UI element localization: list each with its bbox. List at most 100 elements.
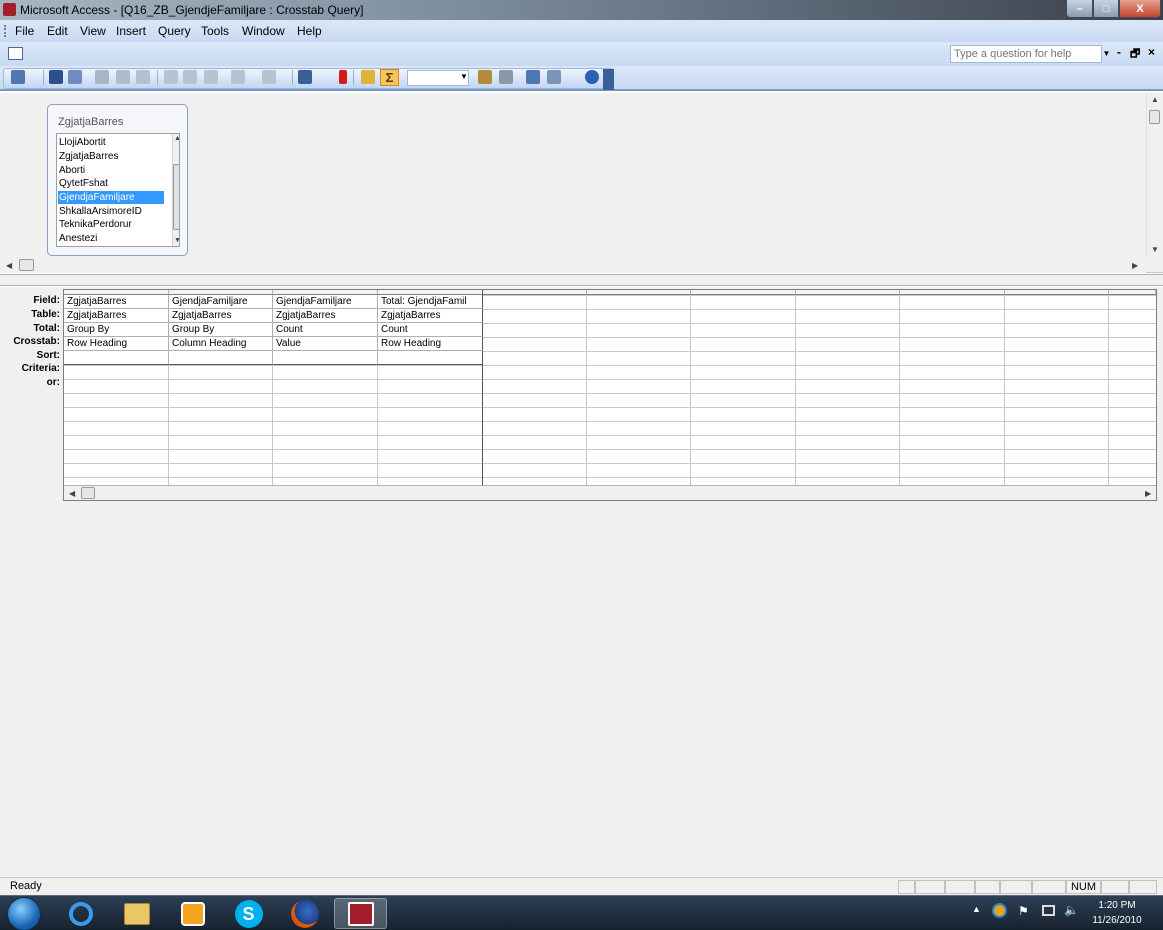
show-table-icon[interactable] bbox=[361, 70, 375, 84]
field-list-item[interactable]: ShkallaArsimoreID bbox=[58, 205, 164, 218]
scroll-left-icon[interactable]: ◀ bbox=[6, 261, 12, 270]
menu-tools[interactable]: Tools bbox=[201, 24, 229, 38]
minimize-button[interactable]: – bbox=[1066, 0, 1093, 18]
internet-explorer-icon[interactable] bbox=[54, 898, 107, 929]
scroll-right-icon[interactable]: ▶ bbox=[1145, 489, 1151, 498]
field-list-item[interactable]: Aborti bbox=[58, 164, 164, 177]
save-icon[interactable] bbox=[49, 70, 63, 84]
ie-logo bbox=[68, 901, 93, 926]
mdi-minimize-button[interactable]: - bbox=[1117, 45, 1121, 59]
firefox-logo bbox=[290, 899, 319, 928]
mdi-close-button[interactable]: × bbox=[1148, 45, 1155, 59]
scroll-down-icon[interactable]: ▼ bbox=[1151, 245, 1159, 254]
access-icon bbox=[347, 901, 374, 926]
row-label-or: or: bbox=[46, 377, 60, 388]
table-pane-hscroll[interactable]: ◀ ▶ bbox=[0, 258, 1146, 273]
scroll-up-icon[interactable]: ▲ bbox=[174, 135, 179, 142]
clock-time[interactable]: 1:20 PM bbox=[1090, 900, 1144, 911]
properties-icon[interactable] bbox=[478, 70, 492, 84]
row-label-crosstab: Crosstab: bbox=[13, 336, 60, 347]
totals-button[interactable]: Σ bbox=[380, 69, 399, 86]
access-app-icon[interactable] bbox=[3, 3, 16, 16]
print-preview-icon[interactable] bbox=[116, 70, 130, 84]
view-icon[interactable] bbox=[11, 70, 25, 84]
mdi-restore-button[interactable]: 🗗 bbox=[1130, 45, 1140, 64]
menu-view[interactable]: View bbox=[80, 24, 106, 38]
run-icon[interactable] bbox=[339, 70, 347, 84]
field-list-item[interactable]: TeknikaPerdorur bbox=[58, 218, 164, 231]
tray-app-icon[interactable] bbox=[992, 903, 1007, 918]
skype-logo: S bbox=[234, 899, 263, 928]
field-list-item[interactable]: QytetFshat bbox=[58, 177, 164, 190]
field-list-window[interactable]: ZgjatjaBarres LlojiAbortit ZgjatjaBarres… bbox=[47, 104, 188, 256]
menu-edit[interactable]: Edit bbox=[47, 24, 68, 38]
toolbar-separator bbox=[43, 70, 44, 85]
menu-insert[interactable]: Insert bbox=[116, 24, 146, 38]
scroll-thumb[interactable] bbox=[81, 487, 95, 499]
search-icon[interactable] bbox=[68, 70, 82, 84]
undo-icon[interactable] bbox=[231, 70, 245, 84]
toolbar-separator bbox=[353, 70, 354, 85]
row-label-total: Total: bbox=[33, 323, 60, 334]
menu-help[interactable]: Help bbox=[297, 24, 322, 38]
status-panel bbox=[945, 880, 975, 894]
help-search-input[interactable] bbox=[950, 45, 1102, 63]
chevron-down-icon[interactable]: ▼ bbox=[460, 72, 468, 81]
field-list[interactable]: LlojiAbortit ZgjatjaBarres Aborti QytetF… bbox=[56, 133, 180, 247]
menu-bar: File Edit View Insert Query Tools Window… bbox=[0, 20, 1163, 42]
database-window-icon[interactable] bbox=[526, 70, 540, 84]
scroll-thumb[interactable] bbox=[19, 259, 34, 271]
scroll-thumb[interactable] bbox=[1149, 110, 1160, 124]
paste-icon[interactable] bbox=[204, 70, 218, 84]
windows-explorer-icon[interactable] bbox=[110, 898, 163, 929]
cut-icon[interactable] bbox=[164, 70, 178, 84]
firefox-icon[interactable] bbox=[278, 898, 331, 929]
title-bar: Microsoft Access - [Q16_ZB_GjendjeFamilj… bbox=[0, 0, 1163, 20]
menu-window[interactable]: Window bbox=[242, 24, 285, 38]
network-icon[interactable] bbox=[1042, 905, 1055, 916]
action-center-flag-icon[interactable]: ⚑ bbox=[1018, 904, 1029, 918]
spelling-icon[interactable] bbox=[136, 70, 150, 84]
close-button[interactable]: X bbox=[1119, 0, 1161, 18]
table-pane-vscroll[interactable]: ▲ ▼ bbox=[1146, 93, 1163, 257]
query-type-icon[interactable] bbox=[298, 70, 312, 84]
redo-icon[interactable] bbox=[262, 70, 276, 84]
mdi-window-icon[interactable] bbox=[8, 47, 23, 60]
scroll-up-icon[interactable]: ▲ bbox=[1151, 95, 1159, 104]
help-icon[interactable] bbox=[585, 70, 599, 84]
status-panel bbox=[1000, 880, 1032, 894]
status-panel bbox=[1129, 880, 1157, 894]
pane-splitter[interactable] bbox=[0, 274, 1163, 286]
field-list-item[interactable]: Anestezi bbox=[58, 232, 164, 245]
help-dropdown-icon[interactable]: ▼ bbox=[1101, 45, 1112, 63]
menu-file[interactable]: File bbox=[15, 24, 34, 38]
copy-icon[interactable] bbox=[183, 70, 197, 84]
print-icon[interactable] bbox=[95, 70, 109, 84]
field-list-title: ZgjatjaBarres bbox=[58, 116, 124, 128]
microsoft-access-taskbar-button[interactable] bbox=[334, 898, 387, 929]
skype-icon[interactable]: S bbox=[222, 898, 275, 929]
status-text: Ready bbox=[10, 880, 42, 892]
start-button[interactable] bbox=[7, 897, 41, 930]
maximize-button[interactable]: □ bbox=[1093, 0, 1119, 18]
tray-expand-icon[interactable]: ▲ bbox=[972, 904, 981, 914]
build-icon[interactable] bbox=[499, 70, 513, 84]
new-object-icon[interactable] bbox=[547, 70, 561, 84]
grid-hscroll[interactable]: ◀ ▶ bbox=[64, 485, 1156, 500]
status-panel bbox=[898, 880, 915, 894]
field-list-item[interactable]: LlojiAbortit bbox=[58, 136, 164, 149]
media-player-icon[interactable] bbox=[166, 898, 219, 929]
field-list-item-selected[interactable]: GjendjaFamiljare bbox=[58, 191, 164, 204]
clock-date[interactable]: 11/26/2010 bbox=[1088, 915, 1146, 926]
menu-grip[interactable] bbox=[4, 25, 6, 37]
volume-icon[interactable]: 🔈 bbox=[1064, 903, 1079, 917]
scroll-thumb[interactable] bbox=[173, 164, 179, 230]
toolbar-options-icon[interactable] bbox=[603, 69, 614, 90]
scroll-right-icon[interactable]: ▶ bbox=[1132, 261, 1138, 270]
status-panel bbox=[1101, 880, 1129, 894]
query-design-grid[interactable]: ZgjatjaBarres ZgjatjaBarres Group By Row… bbox=[63, 289, 1157, 501]
menu-query[interactable]: Query bbox=[158, 24, 191, 38]
scroll-down-icon[interactable]: ▼ bbox=[174, 237, 179, 244]
field-list-item[interactable]: ZgjatjaBarres bbox=[58, 150, 164, 163]
scroll-left-icon[interactable]: ◀ bbox=[69, 489, 75, 498]
